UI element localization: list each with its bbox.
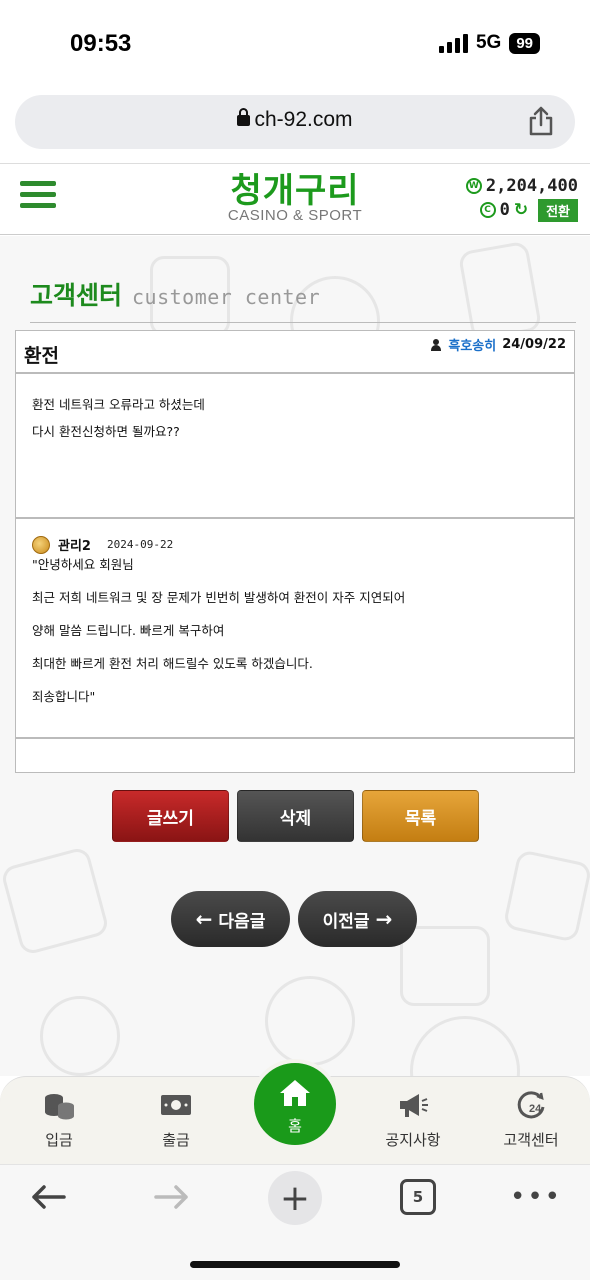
convert-button[interactable]: 전환	[538, 198, 578, 222]
balance-panel: W 2,204,400 C 0 ↻ 전환	[465, 174, 578, 222]
nav-deposit[interactable]: 입금	[14, 1085, 104, 1150]
nav-withdraw[interactable]: 출금	[131, 1085, 221, 1150]
won-icon: W	[465, 178, 482, 194]
point-amount: 0	[499, 200, 510, 220]
status-indicators: 5G 99	[438, 32, 540, 54]
reply-body: "안녕하세요 회원님 최근 저희 네트워크 및 장 문제가 빈번히 발생하여 환…	[32, 557, 405, 722]
page-title: 고객센터	[30, 281, 123, 310]
reply-line: 최근 저희 네트워크 및 장 문제가 빈번히 발생하여 환전이 자주 지연되어	[32, 590, 406, 605]
support-24-icon: 24	[486, 1085, 576, 1125]
delete-button[interactable]: 삭제	[237, 790, 354, 842]
reply-divider	[16, 737, 574, 739]
post-actions: 글쓰기 삭제 목록	[112, 790, 479, 842]
list-button[interactable]: 목록	[362, 790, 479, 842]
clover-decoration	[265, 976, 355, 1066]
main-content: 고객센터 customer center 환전 흑호송히 24/09/22 환전…	[0, 236, 590, 1076]
nav-support[interactable]: 24 고객센터	[486, 1085, 576, 1150]
battery-icon: 99	[509, 32, 540, 54]
chip-decoration	[410, 1016, 520, 1076]
megaphone-icon	[368, 1085, 458, 1125]
write-button[interactable]: 글쓰기	[112, 790, 229, 842]
post-title: 환전	[24, 345, 59, 367]
nav-support-label: 고객센터	[503, 1131, 559, 1149]
status-time: 09:53	[70, 30, 132, 57]
point-icon: C	[479, 202, 496, 218]
post-date: 24/09/22	[502, 337, 566, 352]
nav-notice[interactable]: 공지사항	[368, 1085, 458, 1150]
cards-decoration	[457, 240, 543, 342]
prev-post-button[interactable]: 이전글 →	[298, 891, 417, 947]
svg-text:24: 24	[529, 1103, 542, 1115]
post-navigation: ← 다음글 이전글 →	[171, 891, 417, 947]
more-icon[interactable]: •••	[510, 1179, 562, 1215]
dice-decoration	[0, 845, 111, 957]
nav-deposit-label: 입금	[45, 1131, 73, 1149]
arrow-left-icon: ←	[195, 907, 213, 931]
url-text: ch-92.com	[254, 108, 353, 131]
nav-home[interactable]: 홈	[250, 1059, 340, 1149]
refresh-icon[interactable]: ↻	[514, 200, 528, 220]
dice-decoration	[502, 849, 590, 943]
tabs-button[interactable]: 5	[400, 1179, 436, 1215]
site-header: 청개구리 CASINO & SPORT W 2,204,400 C 0 ↻ 전환	[0, 163, 590, 235]
next-post-label: 다음글	[218, 911, 266, 932]
url-display[interactable]: ch-92.com	[15, 108, 575, 132]
share-icon[interactable]	[527, 106, 555, 136]
balance-amount: 2,204,400	[485, 176, 578, 196]
cash-icon	[131, 1085, 221, 1125]
next-post-button[interactable]: ← 다음글	[171, 891, 290, 947]
reply-author: 관리2	[58, 539, 91, 554]
post-header: 환전 흑호송히 24/09/22	[16, 331, 574, 374]
post-body-line: 다시 환전신청하면 될까요??	[32, 424, 180, 439]
admin-avatar-icon	[32, 535, 50, 554]
admin-reply: 관리2 2024-09-22 "안녕하세요 회원님 최근 저희 네트워크 및 장…	[16, 519, 574, 739]
address-bar[interactable]: ch-92.com	[15, 95, 575, 149]
page-subtitle: customer center	[132, 285, 321, 309]
browser-toolbar: + 5 •••	[0, 1164, 590, 1280]
status-bar: 09:53 5G 99	[0, 0, 590, 90]
reply-line: 최대한 빠르게 환전 처리 해드릴수 있도록 하겠습니다.	[32, 656, 313, 671]
signal-icon	[438, 33, 468, 53]
lock-icon	[237, 108, 251, 126]
nav-withdraw-label: 출금	[162, 1131, 190, 1149]
clover-decoration	[40, 996, 120, 1076]
post-body: 환전 네트워크 오류라고 하셨는데 다시 환전신청하면 될까요??	[32, 391, 205, 445]
page-heading: 고객센터 customer center	[30, 276, 320, 312]
reply-header: 관리2 2024-09-22	[32, 535, 173, 554]
reply-line: 죄송합니다"	[32, 689, 96, 704]
coins-icon	[14, 1085, 104, 1125]
nav-home-label: 홈	[288, 1117, 302, 1135]
post-meta: 흑호송히 24/09/22	[430, 335, 566, 354]
post-body-line: 환전 네트워크 오류라고 하셨는데	[32, 397, 205, 412]
reply-line: 양해 말씀 드립니다. 빠르게 복구하여	[32, 623, 225, 638]
post-detail: 환전 흑호송히 24/09/22 환전 네트워크 오류라고 하셨는데 다시 환전…	[15, 330, 575, 773]
network-label: 5G	[475, 32, 502, 53]
post-author: 흑호송히	[448, 339, 497, 354]
prev-post-label: 이전글	[322, 911, 370, 932]
back-icon[interactable]	[28, 1179, 68, 1215]
home-indicator	[190, 1261, 400, 1268]
user-icon	[430, 338, 442, 351]
forward-icon[interactable]	[152, 1179, 192, 1215]
reply-date: 2024-09-22	[106, 538, 174, 551]
bottom-nav: 입금 출금 홈 공지사항 24 고객센터	[0, 1059, 590, 1164]
home-icon	[254, 1073, 336, 1113]
new-tab-icon[interactable]: +	[268, 1171, 322, 1225]
reply-line: "안녕하세요 회원님	[32, 557, 134, 572]
nav-notice-label: 공지사항	[385, 1131, 441, 1149]
arrow-right-icon: →	[375, 907, 393, 931]
heading-divider	[30, 322, 576, 323]
